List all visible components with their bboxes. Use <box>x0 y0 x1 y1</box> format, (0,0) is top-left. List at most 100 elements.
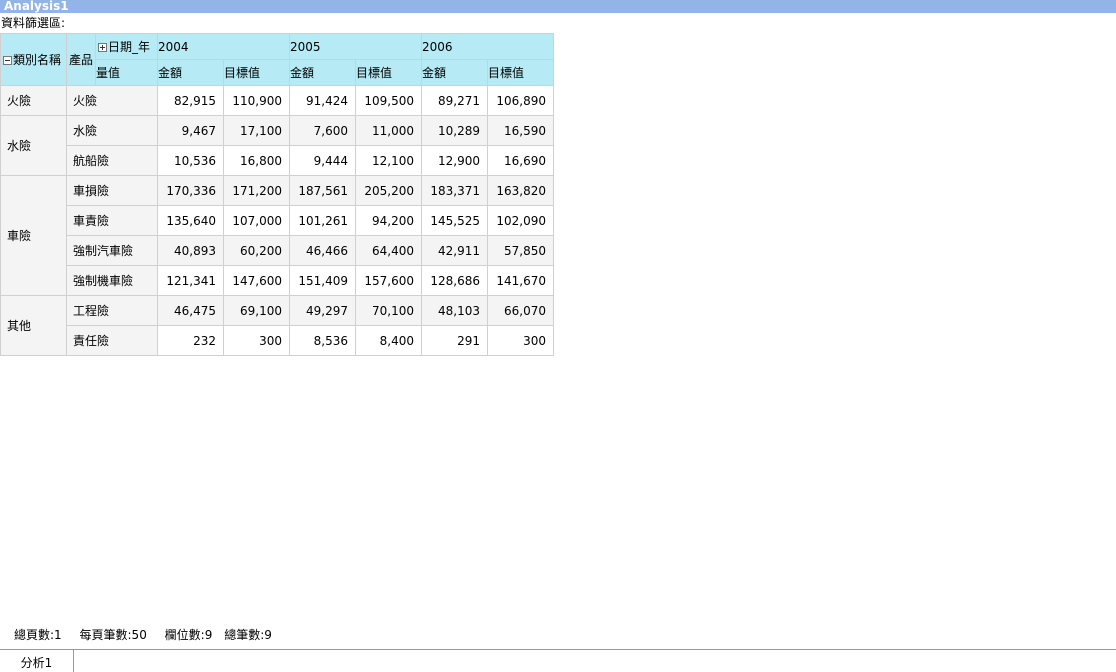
category-cell[interactable]: 車險 <box>0 175 67 296</box>
amount-cell[interactable]: 183,371 <box>421 175 488 206</box>
target-cell[interactable]: 109,500 <box>355 85 422 116</box>
target-cell[interactable]: 8,400 <box>355 325 422 356</box>
target-cell[interactable]: 110,900 <box>223 85 290 116</box>
product-cell[interactable]: 車責險 <box>66 205 158 236</box>
measure-header-target[interactable]: 目標值 <box>223 59 290 86</box>
target-cell[interactable]: 157,600 <box>355 265 422 296</box>
date-year-header-label: 日期_年 <box>108 40 151 54</box>
expand-icon[interactable] <box>98 43 107 52</box>
amount-cell[interactable]: 49,297 <box>289 295 356 326</box>
table-row: 強制機車險 121,341 147,600 151,409 157,600 128,686… <box>1 265 554 296</box>
amount-cell[interactable]: 10,289 <box>421 115 488 146</box>
product-cell[interactable]: 強制汽車險 <box>66 235 158 266</box>
date-year-header[interactable]: 日期_年 <box>95 33 158 60</box>
amount-cell[interactable]: 151,409 <box>289 265 356 296</box>
target-cell[interactable]: 57,850 <box>487 235 554 266</box>
amount-cell[interactable]: 128,686 <box>421 265 488 296</box>
measure-header-amount[interactable]: 金額 <box>421 59 488 86</box>
product-cell[interactable]: 水險 <box>66 115 158 146</box>
collapse-icon[interactable] <box>3 56 12 65</box>
target-cell[interactable]: 147,600 <box>223 265 290 296</box>
product-cell[interactable]: 責任險 <box>66 325 158 356</box>
amount-cell[interactable]: 232 <box>157 325 224 356</box>
amount-cell[interactable]: 9,444 <box>289 145 356 176</box>
amount-cell[interactable]: 46,475 <box>157 295 224 326</box>
table-row: 其他 工程險 46,475 69,100 49,297 70,100 48,103 66,07… <box>0 295 554 356</box>
target-cell[interactable]: 141,670 <box>487 265 554 296</box>
amount-cell[interactable]: 8,536 <box>289 325 356 356</box>
amount-cell[interactable]: 46,466 <box>289 235 356 266</box>
sheet-tab-bar: 分析1 <box>0 649 1116 672</box>
product-cell[interactable]: 強制機車險 <box>66 265 158 296</box>
target-cell[interactable]: 106,890 <box>487 85 554 116</box>
target-cell[interactable]: 69,100 <box>223 295 290 326</box>
category-cell[interactable]: 其他 <box>0 295 67 356</box>
table-row: 責任險 232 300 8,536 8,400 291 300 <box>1 325 554 356</box>
amount-cell[interactable]: 42,911 <box>421 235 488 266</box>
target-cell[interactable]: 11,000 <box>355 115 422 146</box>
product-header[interactable]: 產品 <box>66 33 96 86</box>
total-records: 總筆數:9 <box>224 628 272 642</box>
column-count: 欄位數:9 <box>164 628 213 642</box>
target-cell[interactable]: 16,590 <box>487 115 554 146</box>
target-cell[interactable]: 205,200 <box>355 175 422 206</box>
target-cell[interactable]: 102,090 <box>487 205 554 236</box>
amount-cell[interactable]: 91,424 <box>289 85 356 116</box>
product-cell[interactable]: 火險 <box>66 85 158 116</box>
category-cell[interactable]: 火險 <box>0 85 67 116</box>
target-cell[interactable]: 163,820 <box>487 175 554 206</box>
records-per-page: 每頁筆數:50 <box>79 628 147 642</box>
measure-header-amount[interactable]: 金額 <box>289 59 356 86</box>
tab-analysis-1[interactable]: 分析1 <box>0 650 74 672</box>
analysis-window: Analysis1 資料篩選區: 類別名稱 產品 日期_年 2004 2005 … <box>0 0 1116 672</box>
amount-cell[interactable]: 12,900 <box>421 145 488 176</box>
target-cell[interactable]: 12,100 <box>355 145 422 176</box>
filter-area-label: 資料篩選區: <box>1 16 66 30</box>
target-cell[interactable]: 66,070 <box>487 295 554 326</box>
category-header[interactable]: 類別名稱 <box>0 33 67 86</box>
amount-cell[interactable]: 187,561 <box>289 175 356 206</box>
table-row: 車險 車損險 170,336 171,200 187,561 205,200 183,371… <box>0 175 554 296</box>
product-cell[interactable]: 航船險 <box>66 145 158 176</box>
table-row: 航船險 10,536 16,800 9,444 12,100 12,900 16,690 <box>1 145 554 176</box>
amount-cell[interactable]: 82,915 <box>157 85 224 116</box>
amount-cell[interactable]: 48,103 <box>421 295 488 326</box>
table-row: 水險 水險 9,467 17,100 7,600 11,000 10,289 16,590 <box>0 115 554 176</box>
year-header-2005[interactable]: 2005 <box>289 33 422 60</box>
amount-cell[interactable]: 291 <box>421 325 488 356</box>
target-cell[interactable]: 16,800 <box>223 145 290 176</box>
amount-cell[interactable]: 7,600 <box>289 115 356 146</box>
amount-cell[interactable]: 170,336 <box>157 175 224 206</box>
target-cell[interactable]: 300 <box>223 325 290 356</box>
target-cell[interactable]: 60,200 <box>223 235 290 266</box>
target-cell[interactable]: 17,100 <box>223 115 290 146</box>
target-cell[interactable]: 300 <box>487 325 554 356</box>
total-pages: 總頁數:1 <box>14 628 62 642</box>
target-cell[interactable]: 16,690 <box>487 145 554 176</box>
amount-cell[interactable]: 121,341 <box>157 265 224 296</box>
year-header-2004[interactable]: 2004 <box>157 33 290 60</box>
window-title: Analysis1 <box>0 0 1116 13</box>
target-cell[interactable]: 107,000 <box>223 205 290 236</box>
amount-cell[interactable]: 135,640 <box>157 205 224 236</box>
category-header-label: 類別名稱 <box>13 53 62 67</box>
amount-cell[interactable]: 10,536 <box>157 145 224 176</box>
measure-header-target[interactable]: 目標值 <box>487 59 554 86</box>
category-cell[interactable]: 水險 <box>0 115 67 176</box>
amount-cell[interactable]: 89,271 <box>421 85 488 116</box>
year-header-2006[interactable]: 2006 <box>421 33 554 60</box>
amount-cell[interactable]: 9,467 <box>157 115 224 146</box>
measure-header-amount[interactable]: 金額 <box>157 59 224 86</box>
amount-cell[interactable]: 40,893 <box>157 235 224 266</box>
target-cell[interactable]: 64,400 <box>355 235 422 266</box>
target-cell[interactable]: 94,200 <box>355 205 422 236</box>
target-cell[interactable]: 70,100 <box>355 295 422 326</box>
target-cell[interactable]: 171,200 <box>223 175 290 206</box>
product-cell[interactable]: 工程險 <box>66 295 158 326</box>
measure-header[interactable]: 量值 <box>95 59 158 86</box>
product-cell[interactable]: 車損險 <box>66 175 158 206</box>
measure-header-target[interactable]: 目標值 <box>355 59 422 86</box>
amount-cell[interactable]: 101,261 <box>289 205 356 236</box>
amount-cell[interactable]: 145,525 <box>421 205 488 236</box>
pivot-body: 火險 火險 82,915 110,900 91,424 109,500 89,271 106,… <box>0 85 554 356</box>
